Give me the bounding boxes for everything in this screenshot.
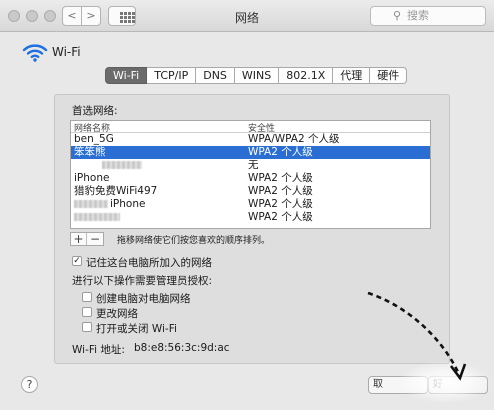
annotation-arrow-icon [367,291,467,381]
